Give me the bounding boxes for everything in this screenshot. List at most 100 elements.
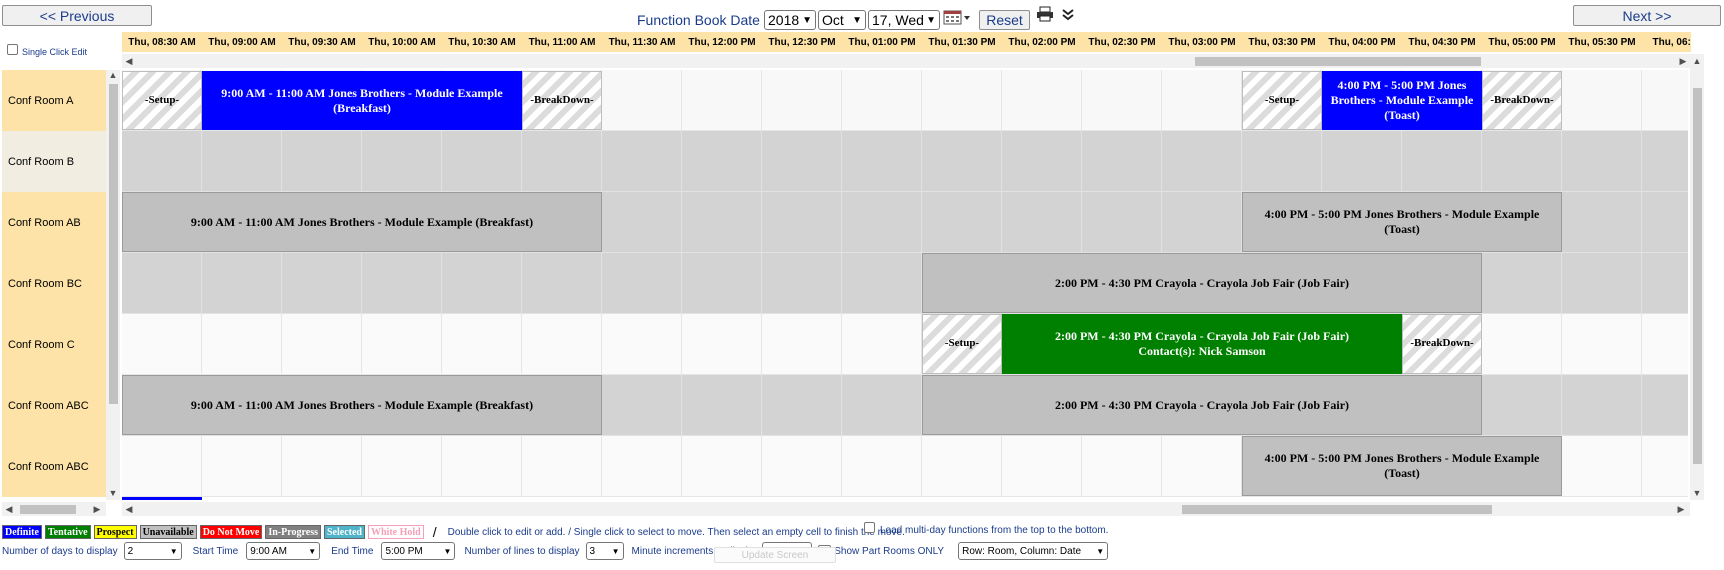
grid-cell[interactable] (202, 314, 282, 375)
grid-cell[interactable] (842, 131, 922, 192)
scroll-down-icon[interactable]: ▼ (1690, 488, 1704, 498)
event-setup[interactable]: -Setup- (122, 71, 202, 130)
scroll-thumb[interactable] (109, 84, 118, 404)
grid-cell[interactable] (762, 314, 842, 375)
grid-cell[interactable] (1082, 70, 1162, 131)
grid-cell[interactable] (602, 436, 682, 497)
scroll-thumb[interactable] (20, 505, 76, 514)
scroll-down-icon[interactable]: ▼ (106, 488, 120, 498)
grid-cell[interactable] (1402, 131, 1482, 192)
event-toast-definite[interactable]: 4:00 PM - 5:00 PM Jones Brothers - Modul… (1322, 71, 1482, 130)
grid-cell[interactable] (1162, 70, 1242, 131)
grid-cell[interactable] (1562, 253, 1642, 314)
scroll-left-icon[interactable]: ◀ (124, 54, 134, 68)
event-breakfast-unavailable[interactable]: 9:00 AM - 11:00 AM Jones Brothers - Modu… (122, 192, 602, 252)
event-toast-unavailable[interactable]: 4:00 PM - 5:00 PM Jones Brothers - Modul… (1242, 436, 1562, 496)
day-select[interactable]: 17, Wed ▼ (868, 10, 940, 30)
grid-cell[interactable] (762, 192, 842, 253)
grid-cell[interactable] (762, 131, 842, 192)
grid-cell[interactable] (122, 131, 202, 192)
grid-cell[interactable] (282, 253, 362, 314)
grid-cell[interactable] (1242, 131, 1322, 192)
grid-cell[interactable] (1642, 70, 1688, 131)
event-breakdown[interactable]: -BreakDown- (1482, 71, 1562, 130)
grid-cell[interactable] (1162, 131, 1242, 192)
grid-cell[interactable] (202, 436, 282, 497)
grid-cell[interactable] (682, 253, 762, 314)
room-scrollbar[interactable]: ▲ ▼ (106, 70, 120, 500)
days-select[interactable]: 2 ▼ (123, 542, 182, 560)
event-jobfair-unavailable[interactable]: 2:00 PM - 4:30 PM Crayola - Crayola Job … (922, 375, 1482, 435)
previous-button[interactable]: << Previous (2, 5, 152, 26)
grid-cell[interactable] (1562, 314, 1642, 375)
grid-cell[interactable] (602, 192, 682, 253)
scroll-thumb[interactable] (1693, 88, 1702, 464)
grid-cell[interactable] (122, 253, 202, 314)
multi-day-checkbox[interactable] (864, 522, 875, 533)
event-setup[interactable]: -Setup- (922, 314, 1002, 374)
grid-cell[interactable] (1642, 436, 1688, 497)
grid-cell[interactable] (282, 131, 362, 192)
event-breakfast-definite[interactable]: 9:00 AM - 11:00 AM Jones Brothers - Modu… (202, 71, 522, 130)
grid-cell[interactable] (922, 436, 1002, 497)
grid-cell[interactable] (842, 375, 922, 436)
next-button[interactable]: Next >> (1573, 5, 1721, 26)
scroll-thumb[interactable] (1195, 57, 1481, 66)
scroll-up-icon[interactable]: ▲ (1690, 56, 1704, 66)
event-jobfair-tentative[interactable]: 2:00 PM - 4:30 PM Crayola - Crayola Job … (1002, 314, 1402, 374)
grid-cell[interactable] (442, 436, 522, 497)
grid-cell[interactable] (1482, 253, 1562, 314)
grid-cell[interactable] (1562, 131, 1642, 192)
grid-cell[interactable] (1482, 314, 1562, 375)
grid-cell[interactable] (1562, 436, 1642, 497)
scroll-right-icon[interactable]: ▶ (1678, 54, 1688, 68)
grid-cell[interactable] (682, 131, 762, 192)
grid-cell[interactable] (682, 314, 762, 375)
grid-cell[interactable] (1642, 253, 1688, 314)
month-select[interactable]: Oct ▼ (818, 10, 866, 30)
grid-cell[interactable] (202, 253, 282, 314)
grid-cell[interactable] (762, 70, 842, 131)
grid-cell[interactable] (1562, 375, 1642, 436)
grid-cell[interactable] (1082, 436, 1162, 497)
grid-cell[interactable] (602, 375, 682, 436)
grid-cell[interactable] (682, 70, 762, 131)
grid-cell[interactable] (762, 436, 842, 497)
grid-cell[interactable] (682, 375, 762, 436)
event-setup[interactable]: -Setup- (1242, 71, 1322, 130)
scroll-up-icon[interactable]: ▲ (106, 70, 120, 80)
grid-cell[interactable] (362, 253, 442, 314)
header-scrollbar[interactable]: ◀ ▶ (122, 54, 1690, 68)
grid-cell[interactable] (202, 131, 282, 192)
grid-cell[interactable] (1082, 192, 1162, 253)
grid-cell[interactable] (1002, 70, 1082, 131)
grid-cell[interactable] (1002, 192, 1082, 253)
grid-cell[interactable] (282, 436, 362, 497)
grid-cell[interactable] (842, 314, 922, 375)
grid-cell[interactable] (922, 192, 1002, 253)
orientation-select[interactable]: Row: Room, Column: Date ▼ (958, 542, 1109, 560)
scroll-left-icon[interactable]: ◀ (4, 502, 14, 516)
grid-cell[interactable] (442, 314, 522, 375)
grid-cell[interactable] (522, 436, 602, 497)
booking-grid[interactable]: -Setup- 9:00 AM - 11:00 AM Jones Brother… (122, 70, 1688, 500)
grid-cell[interactable] (442, 131, 522, 192)
lines-select[interactable]: 3 ▼ (585, 542, 624, 560)
grid-cell[interactable] (842, 436, 922, 497)
grid-cell[interactable] (602, 70, 682, 131)
grid-cell[interactable] (122, 314, 202, 375)
grid-cell[interactable] (1002, 436, 1082, 497)
grid-cell[interactable] (762, 253, 842, 314)
labels-horizontal-scrollbar[interactable]: ◀ ▶ (2, 502, 106, 516)
grid-cell[interactable] (1002, 131, 1082, 192)
event-breakdown[interactable]: -BreakDown- (522, 71, 602, 130)
grid-cell[interactable] (1562, 70, 1642, 131)
grid-cell[interactable] (1482, 375, 1562, 436)
grid-cell[interactable] (842, 70, 922, 131)
end-time-select[interactable]: 5:00 PM ▼ (381, 542, 456, 560)
grid-cell[interactable] (362, 436, 442, 497)
grid-cell[interactable] (282, 314, 362, 375)
grid-cell[interactable] (522, 131, 602, 192)
grid-horizontal-scrollbar[interactable]: ◀ ▶ (122, 502, 1690, 516)
grid-cell[interactable] (362, 314, 442, 375)
